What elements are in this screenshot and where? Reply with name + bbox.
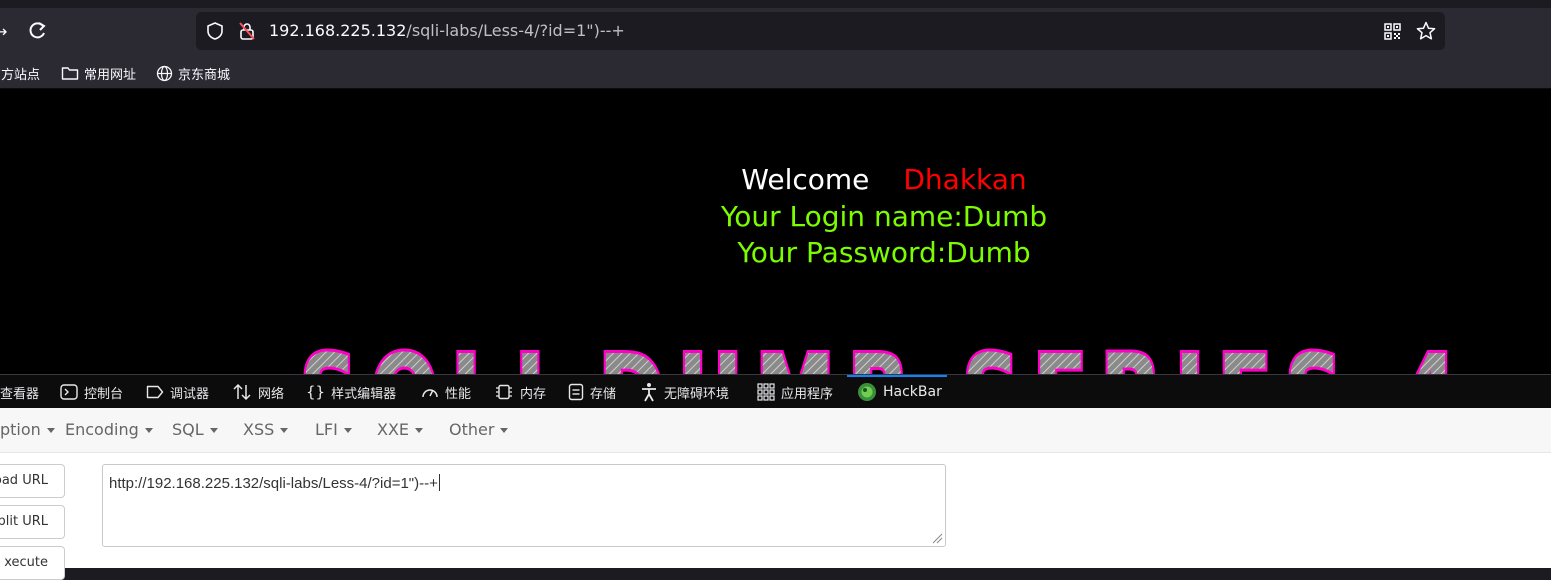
tab-memory[interactable]: 内存 [494, 375, 546, 409]
page-viewport: Welcome Dhakkan Your Login name:Dumb Your… [0, 89, 1551, 374]
dhakkan-text: Dhakkan [903, 163, 1027, 196]
tab-accessibility[interactable]: 无障碍环境 [640, 375, 729, 409]
menu-label: XXE [377, 420, 410, 439]
menu-label: XSS [243, 420, 275, 439]
menu-xss[interactable]: XSS [243, 420, 289, 439]
tab-inspector[interactable]: 查看器 [0, 375, 39, 409]
tab-label: HackBar [883, 384, 942, 400]
application-icon [757, 383, 775, 401]
hackbar-icon [858, 383, 876, 401]
menu-label: Encoding [65, 420, 139, 439]
bookmark-label: 京东商城 [178, 67, 231, 83]
tab-application[interactable]: 应用程序 [757, 375, 833, 409]
url-host: 192.168.225.132 [269, 21, 407, 40]
performance-icon [422, 389, 438, 398]
welcome-line: Welcome Dhakkan [0, 162, 1551, 198]
tab-label: 网络 [258, 386, 285, 402]
resize-grip-icon[interactable] [931, 532, 943, 544]
bookmark-common-sites[interactable]: 常用网址 [61, 62, 136, 84]
tab-performance[interactable]: 性能 [421, 375, 471, 409]
storage-icon [568, 383, 584, 401]
tab-label: 内存 [520, 386, 547, 402]
menu-label: LFI [315, 420, 338, 439]
tab-label: 控制台 [84, 386, 124, 402]
url-textarea-value: http://192.168.225.132/sqli-labs/Less-4/… [109, 475, 438, 492]
execute-button[interactable]: xecute [0, 546, 65, 580]
load-url-button[interactable]: oad URL [0, 464, 65, 498]
bookmark-official-site[interactable]: 官方站点 [0, 62, 40, 84]
menu-lfi[interactable]: LFI [315, 420, 352, 439]
browser-toolbar: → 192.168.225.132/sqli-labs/Less-4/?id=1… [0, 0, 1551, 60]
tab-label: 样式编辑器 [331, 386, 397, 402]
globe-icon [156, 65, 173, 81]
url-text[interactable]: 192.168.225.132/sqli-labs/Less-4/?id=1")… [269, 21, 625, 41]
banner-text: SQLI DUMB SERIES-4 [300, 345, 1470, 374]
folder-icon [61, 67, 79, 80]
memory-icon [496, 384, 512, 400]
caret-down-icon [500, 428, 509, 433]
tab-label: 查看器 [0, 386, 40, 402]
bookmark-jd-mall[interactable]: 京东商城 [156, 62, 230, 84]
menu-label: Other [449, 420, 495, 439]
tab-console[interactable]: 控制台 [60, 375, 123, 409]
sqli-dumb-series-banner: SQLI DUMB SERIES-4 [297, 345, 1470, 374]
insecure-lock-icon[interactable] [238, 21, 256, 41]
password-line: Your Password:Dumb [737, 236, 1031, 269]
tab-label: 无障碍环境 [664, 386, 730, 402]
url-path: /sqli-labs/Less-4/?id=1")--+ [406, 21, 625, 40]
welcome-text: Welcome [741, 163, 870, 196]
login-name-line: Your Login name:Dumb [720, 200, 1048, 233]
tab-label: 应用程序 [781, 386, 834, 402]
menu-encoding[interactable]: Encoding [65, 420, 153, 439]
tab-style-editor[interactable]: {} 样式编辑器 [306, 375, 396, 409]
caret-down-icon [343, 428, 352, 433]
url-textarea[interactable]: http://192.168.225.132/sqli-labs/Less-4/… [102, 464, 946, 547]
caret-down-icon [280, 428, 289, 433]
back-arrow-icon[interactable]: → [0, 22, 8, 42]
menu-sql[interactable]: SQL [172, 420, 218, 439]
bookmark-star-icon[interactable] [1416, 21, 1436, 41]
caret-down-icon [209, 428, 218, 433]
network-icon [233, 383, 251, 401]
debugger-icon [146, 385, 164, 399]
tab-storage[interactable]: 存储 [568, 375, 616, 409]
tab-strip-edge [0, 0, 1551, 8]
bookmarks-toolbar: 官方站点 常用网址 京东商城 [0, 60, 1551, 89]
accessibility-icon [642, 383, 656, 402]
tab-hackbar[interactable]: HackBar [847, 375, 947, 407]
tracking-protection-shield-icon[interactable] [206, 22, 224, 40]
menu-action[interactable]: ption [0, 420, 55, 439]
menu-label: SQL [172, 420, 204, 439]
menu-other[interactable]: Other [449, 420, 509, 439]
qr-code-icon[interactable] [1384, 23, 1401, 40]
tab-debugger[interactable]: 调试器 [146, 375, 209, 409]
hackbar-menu: ption Encoding SQL XSS LFI XXE Other [0, 408, 1551, 453]
text-cursor [438, 474, 440, 491]
caret-down-icon [415, 428, 424, 433]
tab-label: 性能 [445, 386, 472, 402]
tab-network[interactable]: 网络 [232, 375, 284, 409]
address-bar[interactable]: 192.168.225.132/sqli-labs/Less-4/?id=1")… [196, 12, 1445, 50]
devtools-tab-bar: 查看器 控制台 调试器 网络 {} 样式编辑器 性能 内存 存储 无障碍环境 应… [0, 374, 1551, 409]
tab-label: 调试器 [170, 386, 210, 402]
caret-down-icon [144, 428, 153, 433]
bookmark-label: 官方站点 [0, 67, 41, 83]
split-url-button[interactable]: plit URL [0, 505, 65, 539]
hackbar-panel: ption Encoding SQL XSS LFI XXE Other oad… [0, 408, 1551, 580]
caret-down-icon [46, 428, 55, 433]
bookmark-label: 常用网址 [84, 67, 137, 83]
console-icon [60, 384, 78, 400]
style-editor-icon: {} [306, 383, 326, 401]
reload-icon[interactable] [26, 20, 48, 42]
menu-label: ption [0, 420, 41, 439]
tab-label: 存储 [590, 386, 617, 402]
menu-xxe[interactable]: XXE [377, 420, 424, 439]
